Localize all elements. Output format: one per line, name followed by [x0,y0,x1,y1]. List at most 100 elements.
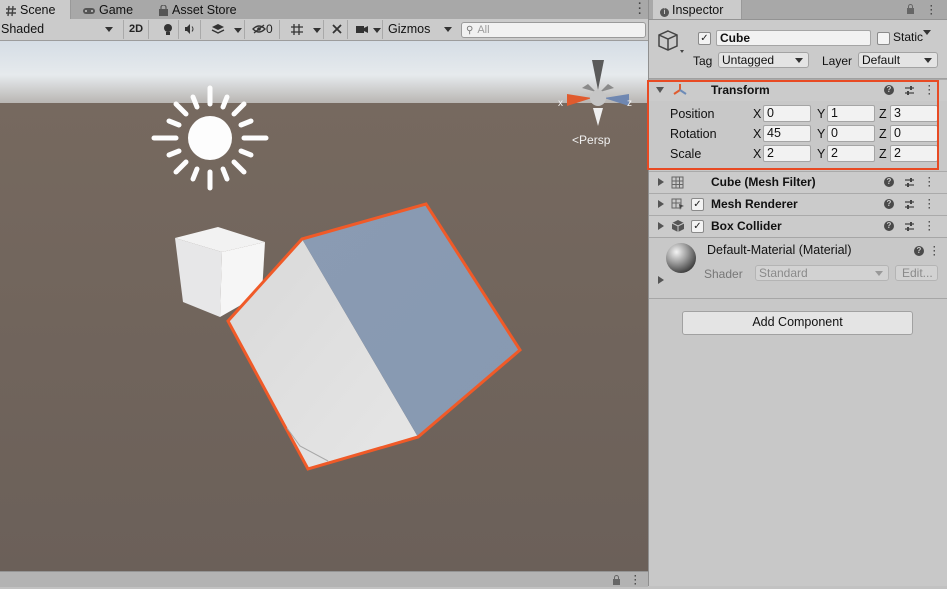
axis-x-label: X [753,107,762,121]
lighting-toggle-button[interactable] [157,20,179,39]
scene-viewport[interactable]: x z <Persp [0,41,648,571]
add-component-button[interactable]: Add Component [682,311,913,335]
box-collider-header[interactable]: ✓ Box Collider ? · · · [649,215,947,237]
position-y-field[interactable]: 1 [827,105,875,122]
scene-render: x z [0,41,648,571]
static-checkbox[interactable] [877,32,890,45]
kebab-menu-icon[interactable]: · · · [933,243,936,260]
toggle-2d-label: 2D [128,23,144,35]
help-icon[interactable]: ? [884,177,894,187]
speaker-icon [184,24,193,34]
chevron-down-icon [795,58,803,63]
effects-layers-icon [211,24,225,34]
search-icon: ⚲ [466,25,474,36]
transform-header[interactable]: Transform ? · · · [649,79,947,101]
scale-x-value: 2 [767,146,774,160]
tools-toggle-button[interactable] [327,20,348,39]
kebab-menu-icon[interactable]: · · · [928,196,931,213]
presets-sliders-icon[interactable] [904,199,915,210]
scale-y-field[interactable]: 2 [827,145,875,162]
shader-dropdown[interactable]: Standard [755,265,889,281]
fold-closed-icon[interactable] [658,222,664,230]
kebab-menu-icon[interactable]: · · · [928,218,931,235]
active-checkbox[interactable]: ✓ [698,32,711,45]
position-x-value: 0 [767,106,774,120]
gizmos-label: Gizmos [388,22,431,36]
presets-sliders-icon[interactable] [904,177,915,188]
rotation-x-field[interactable]: 45 [763,125,811,142]
inspector-tab-bar: i Inspector · · · [649,0,947,20]
chevron-down-icon [875,271,883,276]
mesh-renderer-header[interactable]: ✓ Mesh Renderer ? · · · [649,193,947,215]
mesh-renderer-title: Mesh Renderer [711,197,798,211]
axis-z-label: Z [879,147,887,161]
tab-asset-store[interactable]: Asset Store [158,0,248,19]
rotation-y-field[interactable]: 0 [827,125,875,142]
kebab-menu-icon[interactable]: · · · [930,2,933,19]
camera-settings-dropdown[interactable] [352,20,383,39]
scene-search-input[interactable]: ⚲ All [461,22,646,38]
axis-z-label: Z [879,127,887,141]
fold-closed-icon[interactable] [658,200,664,208]
help-icon[interactable]: ? [884,221,894,231]
mesh-filter-header[interactable]: Cube (Mesh Filter) ? · · · [649,171,947,193]
lock-icon[interactable] [612,575,621,585]
cube-icon [658,30,684,53]
mesh-filter-icon [671,176,684,189]
hidden-count: 0 [266,22,273,36]
help-icon[interactable]: ? [884,199,894,209]
object-name-field[interactable]: Cube [716,30,871,46]
fold-closed-icon[interactable] [658,276,664,284]
gizmos-dropdown[interactable]: Gizmos [388,21,454,38]
add-component-label: Add Component [752,315,843,329]
rotation-x-value: 45 [767,126,781,140]
material-sphere-icon [666,243,696,273]
toggle-2d-button[interactable]: 2D [123,20,149,39]
scene-visibility-toggle[interactable]: 0 [249,20,280,39]
axis-y-label: Y [817,147,826,161]
position-z-field[interactable]: 3 [890,105,938,122]
effects-dropdown[interactable] [204,20,245,39]
lock-icon[interactable] [906,4,915,14]
rotation-z-value: 0 [894,126,901,140]
help-icon[interactable]: ? [914,246,924,256]
box-collider-enabled-checkbox[interactable]: ✓ [691,220,704,233]
scale-z-field[interactable]: 2 [890,145,938,162]
tab-scene[interactable]: Scene [0,0,71,19]
edit-shader-button[interactable]: Edit... [895,265,938,281]
scale-x-field[interactable]: 2 [763,145,811,162]
fold-closed-icon[interactable] [658,178,664,186]
rotation-z-field[interactable]: 0 [890,125,938,142]
audio-toggle-button[interactable] [179,20,201,39]
mesh-renderer-enabled-checkbox[interactable]: ✓ [691,198,704,211]
layer-dropdown[interactable]: Default [858,52,938,68]
tab-inspector[interactable]: i Inspector [653,0,742,19]
scene-tab-menu-icon[interactable]: · · · [638,0,642,20]
help-icon[interactable]: ? [884,85,894,95]
fold-open-icon[interactable] [656,87,664,93]
axis-x-label: X [753,127,762,141]
chevron-down-icon [234,28,242,33]
gizmo-x-label: x [558,98,563,109]
tab-game[interactable]: Game [82,0,144,19]
projection-label: Persp [579,133,611,147]
axis-y-label: Y [817,107,826,121]
projection-toggle[interactable]: <Persp [572,133,610,147]
presets-sliders-icon[interactable] [904,221,915,232]
draw-mode-dropdown[interactable]: Shaded [1,21,115,38]
persp-arrow-icon: < [572,133,580,147]
presets-sliders-icon[interactable] [904,85,915,96]
position-x-field[interactable]: 0 [763,105,811,122]
kebab-menu-icon[interactable]: · · · [634,572,637,589]
tag-value: Untagged [722,53,775,67]
kebab-menu-icon[interactable]: · · · [928,82,931,99]
inspector-panel: i Inspector · · · ✓ Cube Static Tag Untagge… [648,0,947,586]
tag-dropdown[interactable]: Untagged [718,52,809,68]
grid-snap-dropdown[interactable] [283,20,324,39]
sky [0,41,648,103]
material-name: Default-Material (Material) [707,243,852,257]
kebab-menu-icon[interactable]: · · · [928,174,931,191]
layer-label: Layer [822,54,853,68]
layer-value: Default [862,53,901,67]
position-y-value: 1 [831,106,838,120]
